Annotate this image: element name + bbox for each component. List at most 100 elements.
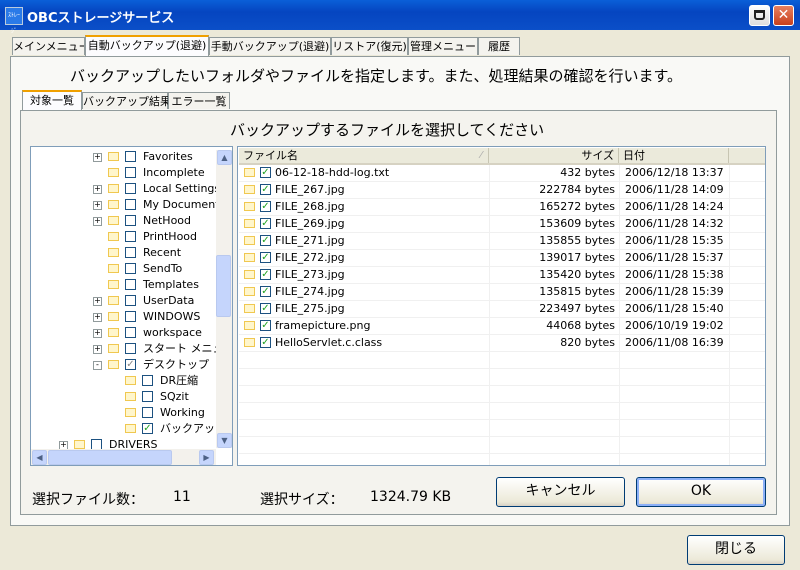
tree-item[interactable]: + Favorites xyxy=(31,149,231,165)
tree-item-checkbox[interactable] xyxy=(142,407,153,418)
ok-button[interactable]: OK xyxy=(636,477,766,507)
scroll-down-arrow-icon[interactable]: ▼ xyxy=(217,433,232,448)
empty-row xyxy=(239,403,765,420)
tree-item[interactable]: SendTo xyxy=(31,261,231,277)
close-button[interactable]: 閉じる xyxy=(687,535,785,565)
tab-manual-backup[interactable]: 手動バックアップ(退避) xyxy=(209,37,331,55)
list-item[interactable]: ✓ FILE_274.jpg 135815 bytes 2006/11/28 15:3… xyxy=(239,284,765,301)
file-checkbox[interactable]: ✓ xyxy=(260,218,271,229)
minimize-button[interactable] xyxy=(749,5,770,26)
tree-item[interactable]: + スタート メニュー xyxy=(31,341,232,357)
expand-icon[interactable]: + xyxy=(93,201,102,210)
file-checkbox[interactable]: ✓ xyxy=(260,184,271,195)
scroll-left-arrow-icon[interactable]: ◀ xyxy=(32,450,47,465)
file-checkbox[interactable]: ✓ xyxy=(260,320,271,331)
tree-item-checkbox[interactable] xyxy=(125,263,136,274)
tree-item-checkbox[interactable] xyxy=(125,199,136,210)
tree-item-checkbox[interactable]: ✓ xyxy=(125,359,136,370)
expand-icon[interactable]: + xyxy=(93,217,102,226)
list-item[interactable]: ✓ 06-12-18-hdd-log.txt 432 bytes 2006/12/18… xyxy=(239,165,765,182)
tree-item-checkbox[interactable] xyxy=(125,343,136,354)
file-checkbox[interactable]: ✓ xyxy=(260,269,271,280)
tab-main-menu[interactable]: メインメニュー xyxy=(12,37,85,55)
list-item[interactable]: ✓ FILE_272.jpg 139017 bytes 2006/11/28 15:3… xyxy=(239,250,765,267)
file-checkbox[interactable]: ✓ xyxy=(260,235,271,246)
tree-item-checkbox[interactable] xyxy=(142,375,153,386)
tree-item-checkbox[interactable] xyxy=(125,327,136,338)
tree-item[interactable]: + WINDOWS xyxy=(31,309,231,325)
tree-item-checkbox[interactable] xyxy=(125,151,136,162)
expand-icon[interactable]: + xyxy=(93,153,102,162)
tree-item[interactable]: + workspace xyxy=(31,325,231,341)
tree-vertical-scroll-thumb[interactable] xyxy=(216,255,231,317)
tree-item-checkbox[interactable] xyxy=(125,183,136,194)
list-item[interactable]: ✓ FILE_273.jpg 135420 bytes 2006/11/28 15:3… xyxy=(239,267,765,284)
file-checkbox[interactable]: ✓ xyxy=(260,252,271,263)
scroll-up-arrow-icon[interactable]: ▲ xyxy=(217,150,232,165)
cancel-button[interactable]: キャンセル xyxy=(496,477,625,507)
expand-icon[interactable]: + xyxy=(93,345,102,354)
folder-tree[interactable]: + Favorites Incomplete + Local Settings + My D… xyxy=(30,146,233,466)
page-description: バックアップしたいフォルダやファイルを指定します。また、処理結果の確認を行います… xyxy=(70,67,683,85)
collapse-icon[interactable]: - xyxy=(93,361,102,370)
tree-item-checkbox[interactable] xyxy=(125,279,136,290)
tree-item[interactable]: Templates xyxy=(31,277,231,293)
tab-backup-results[interactable]: バックアップ結果 xyxy=(82,92,171,109)
file-size: 432 bytes xyxy=(560,166,615,179)
file-checkbox[interactable]: ✓ xyxy=(260,337,271,348)
tree-item-checkbox[interactable] xyxy=(142,391,153,402)
panel-title: バックアップするファイルを選択してください xyxy=(230,121,545,139)
tree-item[interactable]: + NetHood xyxy=(31,213,231,229)
tab-target-list[interactable]: 対象一覧 xyxy=(22,90,82,110)
column-header-date[interactable]: 日付 xyxy=(619,148,729,163)
tree-item[interactable]: SQzit xyxy=(31,389,231,405)
tree-item-checkbox[interactable] xyxy=(125,167,136,178)
file-date: 2006/11/28 15:38 xyxy=(625,268,724,281)
tab-history[interactable]: 履歴 xyxy=(478,37,520,55)
expand-icon[interactable]: + xyxy=(93,297,102,306)
file-checkbox[interactable]: ✓ xyxy=(260,201,271,212)
close-window-button[interactable]: ✕ xyxy=(773,5,794,26)
tree-horizontal-scroll-thumb[interactable] xyxy=(48,450,172,465)
column-header-filename[interactable]: ファイル名 ⁄ xyxy=(239,148,489,163)
tree-item[interactable]: Incomplete xyxy=(31,165,231,181)
expand-icon[interactable]: + xyxy=(93,329,102,338)
tab-error-list[interactable]: エラー一覧 xyxy=(168,92,230,109)
tree-item-checkbox[interactable] xyxy=(125,295,136,306)
file-checkbox[interactable]: ✓ xyxy=(260,286,271,297)
tree-item[interactable]: - ✓ デスクトップ xyxy=(31,357,231,373)
expand-icon[interactable]: + xyxy=(93,313,102,322)
file-list[interactable]: ファイル名 ⁄ サイズ 日付 ✓ 06-12-18-hdd-log.txt 432 b… xyxy=(237,146,766,466)
tree-item-checkbox[interactable] xyxy=(125,311,136,322)
tree-item-checkbox[interactable] xyxy=(125,231,136,242)
list-item[interactable]: ✓ FILE_275.jpg 223497 bytes 2006/11/28 15:4… xyxy=(239,301,765,318)
tab-auto-backup[interactable]: 自動バックアップ(退避) xyxy=(85,35,209,56)
tab-admin-menu[interactable]: 管理メニュー xyxy=(408,37,478,55)
list-item[interactable]: ✓ HelloServlet.c.class 820 bytes 2006/11/08… xyxy=(239,335,765,352)
expand-icon[interactable]: + xyxy=(93,185,102,194)
file-date: 2006/12/18 13:37 xyxy=(625,166,724,179)
tab-restore[interactable]: リストア(復元) xyxy=(331,37,408,55)
tree-item[interactable]: + UserData xyxy=(31,293,231,309)
tree-item[interactable]: DR圧縮 xyxy=(31,373,231,389)
list-item[interactable]: ✓ FILE_267.jpg 222784 bytes 2006/11/28 14:0… xyxy=(239,182,765,199)
tree-item-checkbox[interactable] xyxy=(125,215,136,226)
list-item[interactable]: ✓ FILE_268.jpg 165272 bytes 2006/11/28 14:2… xyxy=(239,199,765,216)
tree-item[interactable]: Recent xyxy=(31,245,231,261)
list-item[interactable]: ✓ framepicture.png 44068 bytes 2006/10/19 1… xyxy=(239,318,765,335)
tree-item[interactable]: ✓ バックアップ xyxy=(31,421,231,437)
file-name: FILE_275.jpg xyxy=(275,302,345,315)
tree-item[interactable]: Working xyxy=(31,405,231,421)
tree-item-checkbox[interactable] xyxy=(125,247,136,258)
tree-item[interactable]: + Local Settings xyxy=(31,181,231,197)
file-list-header: ファイル名 ⁄ サイズ 日付 xyxy=(239,148,765,165)
tree-item[interactable]: PrintHood xyxy=(31,229,231,245)
list-item[interactable]: ✓ FILE_271.jpg 135855 bytes 2006/11/28 15:3… xyxy=(239,233,765,250)
file-checkbox[interactable]: ✓ xyxy=(260,167,271,178)
tree-item[interactable]: + My Documents xyxy=(31,197,231,213)
scroll-right-arrow-icon[interactable]: ▶ xyxy=(199,450,214,465)
tree-item-checkbox[interactable]: ✓ xyxy=(142,423,153,434)
file-checkbox[interactable]: ✓ xyxy=(260,303,271,314)
column-header-size[interactable]: サイズ xyxy=(489,148,619,163)
list-item[interactable]: ✓ FILE_269.jpg 153609 bytes 2006/11/28 14:3… xyxy=(239,216,765,233)
